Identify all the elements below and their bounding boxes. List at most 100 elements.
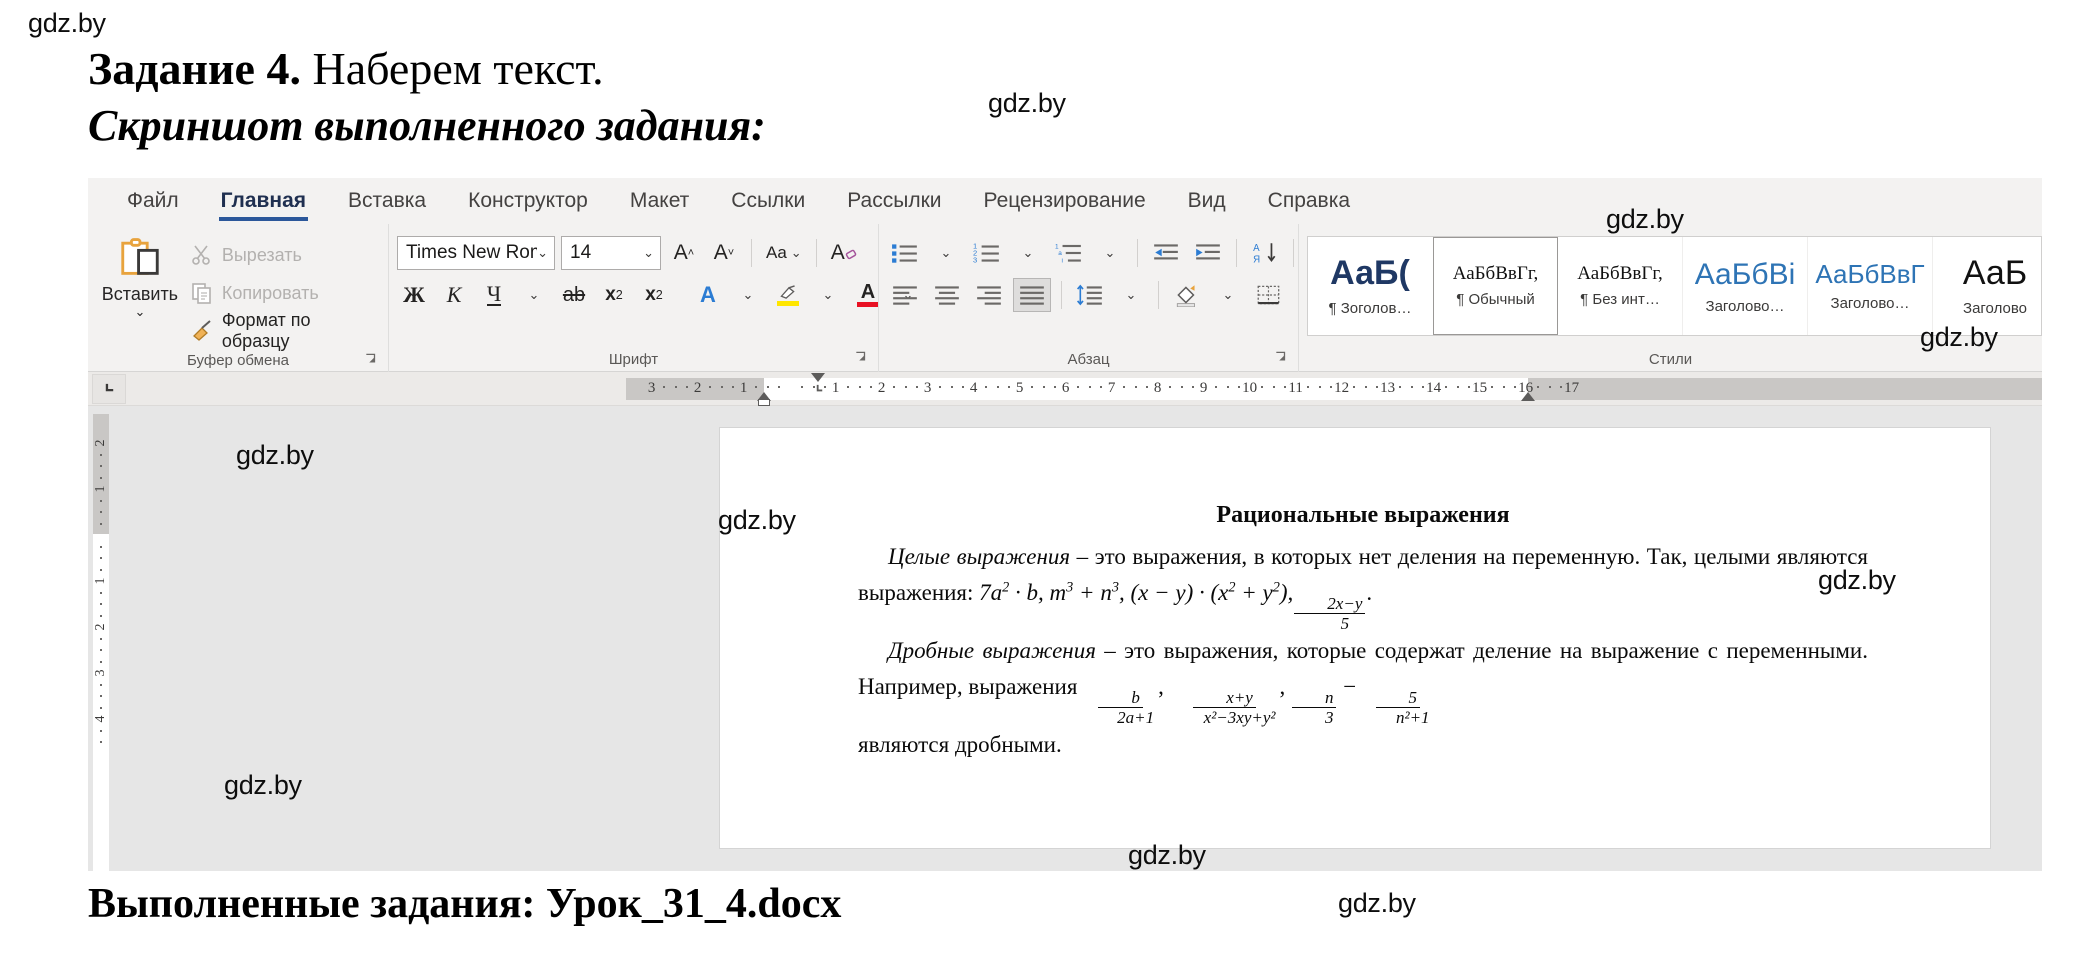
- chevron-down-icon[interactable]: ⌄: [1223, 287, 1234, 303]
- chevron-down-icon[interactable]: ⌄: [1023, 245, 1034, 261]
- grow-font-button[interactable]: A˄: [667, 236, 701, 270]
- divider: [751, 239, 752, 267]
- style-item-title[interactable]: АаБ Заголово: [1933, 237, 2042, 335]
- style-item-normal[interactable]: АаБбВвГг, ¶ Обычный: [1433, 237, 1558, 335]
- line-spacing-button[interactable]: [1072, 278, 1108, 312]
- align-justify-button[interactable]: [1013, 278, 1051, 312]
- cut-button[interactable]: Вырезать: [184, 238, 380, 272]
- align-left-button[interactable]: [887, 278, 923, 312]
- tab-insert[interactable]: Вставка: [327, 178, 447, 224]
- text-effects-button[interactable]: A: [691, 278, 725, 312]
- svg-text:i: i: [1061, 258, 1062, 265]
- chevron-down-icon[interactable]: ⌄: [529, 287, 540, 303]
- style-item-heading2[interactable]: АаБбВвГ Заголово…: [1808, 237, 1933, 335]
- align-right-button[interactable]: [971, 278, 1007, 312]
- increase-indent-button[interactable]: [1190, 236, 1226, 270]
- highlight-options-button[interactable]: ⌄: [811, 278, 845, 312]
- text-effects-options-button[interactable]: ⌄: [731, 278, 765, 312]
- left-indent-marker[interactable]: [758, 399, 770, 406]
- right-indent-marker[interactable]: [1521, 392, 1535, 401]
- multilevel-list-button[interactable]: 1 a i: [1051, 236, 1087, 270]
- bold-button[interactable]: Ж: [397, 278, 431, 312]
- ruler-tick: [1319, 386, 1321, 388]
- tab-mailings[interactable]: Рассылки: [826, 178, 962, 224]
- chevron-down-icon[interactable]: ⌄: [537, 245, 548, 261]
- chevron-down-icon[interactable]: ⌄: [823, 287, 834, 303]
- align-center-button[interactable]: [929, 278, 965, 312]
- change-case-label: Aa: [766, 243, 787, 263]
- chevron-down-icon[interactable]: ⌄: [1126, 287, 1137, 303]
- font-dialog-launcher-icon[interactable]: [854, 350, 870, 366]
- chevron-down-icon[interactable]: ⌄: [941, 245, 952, 261]
- superscript-button[interactable]: x2: [637, 278, 671, 312]
- ruler-tick: [732, 386, 734, 388]
- tab-design[interactable]: Конструктор: [447, 178, 609, 224]
- chevron-down-icon[interactable]: ⌄: [791, 245, 802, 261]
- subscript-button[interactable]: x2: [597, 278, 631, 312]
- divider: [1293, 239, 1294, 267]
- decrease-indent-button[interactable]: [1148, 236, 1184, 270]
- tab-file[interactable]: Файл: [106, 178, 200, 224]
- ruler-tick: [1503, 386, 1505, 388]
- underline-options-button[interactable]: ⌄: [517, 278, 551, 312]
- style-preview: АаБбВвГг,: [1577, 264, 1663, 285]
- ruler-tick: [767, 386, 769, 388]
- strikethrough-button[interactable]: ab: [557, 278, 591, 312]
- document-page[interactable]: Рациональные выражения Целые выражения –…: [720, 428, 1990, 848]
- change-case-button[interactable]: Aa ⌄: [762, 236, 806, 270]
- vertical-ruler-tick: [100, 454, 102, 456]
- paragraph-dialog-launcher-icon[interactable]: [1274, 350, 1290, 366]
- multilevel-list-options-button[interactable]: ⌄: [1093, 236, 1127, 270]
- style-item-heading1[interactable]: АаБбВі Заголово…: [1683, 237, 1808, 335]
- sort-button[interactable]: А Я: [1247, 236, 1283, 270]
- shading-options-button[interactable]: ⌄: [1211, 278, 1245, 312]
- scissors-icon: [190, 243, 214, 267]
- tab-stop-marker[interactable]: [814, 384, 825, 395]
- tab-home[interactable]: Главная: [200, 178, 327, 224]
- ruler-tick: [847, 386, 849, 388]
- chevron-down-icon[interactable]: ⌄: [643, 245, 654, 261]
- chevron-down-icon[interactable]: ⌄: [743, 287, 754, 303]
- tab-stop-selector[interactable]: [92, 374, 126, 404]
- underline-button[interactable]: Ч: [477, 278, 511, 312]
- style-item-heading0[interactable]: АаБ( ¶ Зоголов…: [1308, 237, 1433, 335]
- font-name-combo[interactable]: Times New Rom ⌄: [397, 236, 555, 270]
- vertical-ruler-tick: [100, 695, 102, 697]
- numbering-button[interactable]: 1 2 3: [969, 236, 1005, 270]
- ruler-tick: [1031, 386, 1033, 388]
- document-text-body[interactable]: Рациональные выражения Целые выражения –…: [858, 502, 1868, 763]
- chevron-down-icon[interactable]: ⌄: [1105, 245, 1116, 261]
- shading-button[interactable]: [1169, 278, 1205, 312]
- borders-button[interactable]: [1251, 278, 1287, 312]
- tab-help[interactable]: Справка: [1247, 178, 1371, 224]
- clear-formatting-button[interactable]: A: [827, 236, 862, 270]
- horizontal-ruler[interactable]: 3211234567891011121314151617: [88, 372, 2042, 406]
- ruler-mark: 4: [970, 380, 978, 397]
- line-spacing-options-button[interactable]: ⌄: [1114, 278, 1148, 312]
- tab-view[interactable]: Вид: [1167, 178, 1247, 224]
- fraction-2: b2a+1: [1084, 688, 1157, 727]
- chevron-down-icon[interactable]: ⌄: [134, 307, 145, 317]
- paintbrush-icon: [190, 319, 214, 343]
- paste-button[interactable]: Вставить ⌄: [96, 234, 184, 317]
- copy-button[interactable]: Копировать: [184, 276, 380, 310]
- format-painter-button[interactable]: Формат по образцу: [184, 314, 380, 348]
- tab-references[interactable]: Ссылки: [710, 178, 826, 224]
- styles-gallery[interactable]: АаБ( ¶ Зоголов… АаБбВвГг, ¶ Обычный АаБб…: [1307, 236, 2042, 336]
- bullets-button[interactable]: [887, 236, 923, 270]
- highlight-button[interactable]: [771, 278, 805, 312]
- bullets-options-button[interactable]: ⌄: [929, 236, 963, 270]
- document-area[interactable]: Рациональные выражения Целые выражения –…: [114, 406, 2042, 871]
- italic-button[interactable]: К: [437, 278, 471, 312]
- paragraph-row-1: ⌄ 1 2 3 ⌄ 1: [887, 236, 1338, 270]
- shrink-font-button[interactable]: A˅: [707, 236, 741, 270]
- font-size-combo[interactable]: 14 ⌄: [561, 236, 661, 270]
- ruler-track[interactable]: 3211234567891011121314151617: [130, 372, 2042, 406]
- first-line-indent-marker[interactable]: [811, 373, 825, 382]
- numbering-options-button[interactable]: ⌄: [1011, 236, 1045, 270]
- clipboard-dialog-launcher-icon[interactable]: [364, 352, 380, 368]
- style-item-no-spacing[interactable]: АаБбВвГг, ¶ Без инт…: [1558, 237, 1683, 335]
- screenshot-root: Задание 4. Наберем текст. Скриншот выпол…: [0, 0, 2088, 956]
- tab-layout[interactable]: Макет: [609, 178, 710, 224]
- tab-review[interactable]: Рецензирование: [963, 178, 1167, 224]
